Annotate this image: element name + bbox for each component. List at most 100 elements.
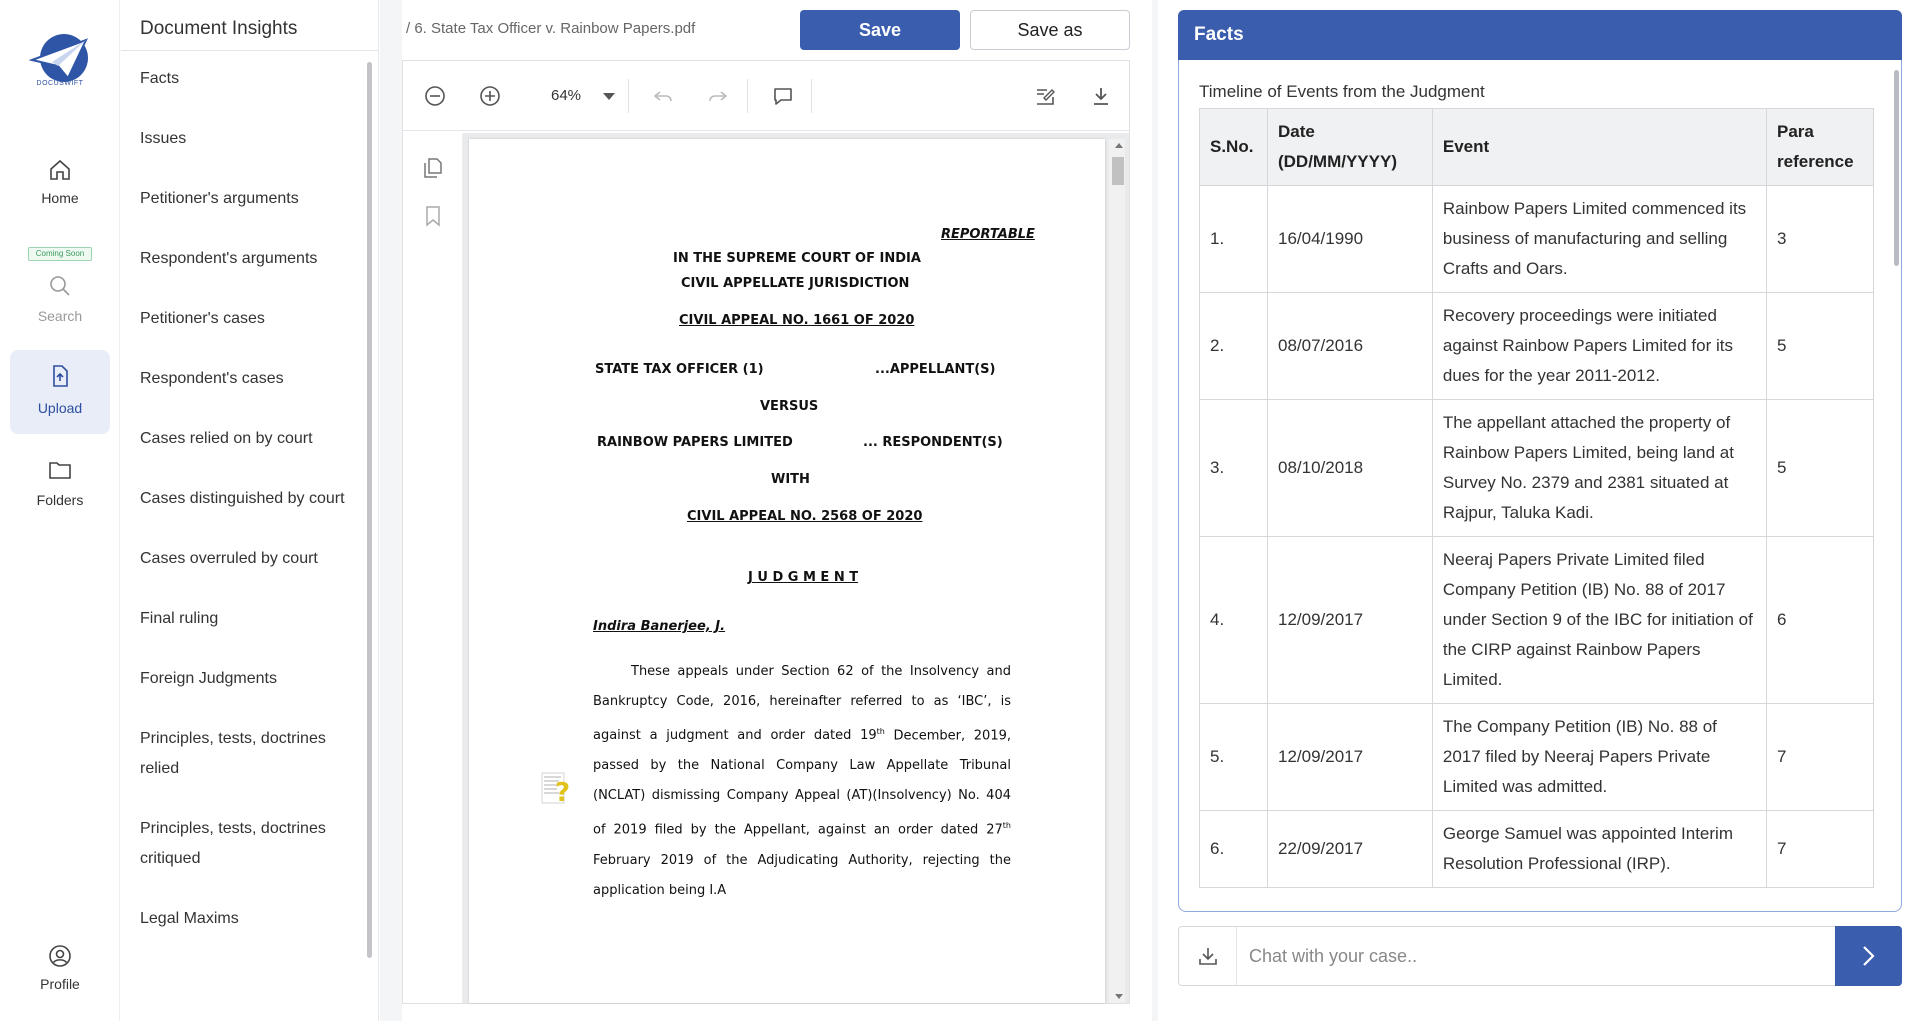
page-para-text: December, 2019, passed by the National C… <box>593 728 1011 838</box>
page-respondent: RAINBOW PAPERS LIMITED <box>597 435 793 450</box>
cell-date: 08/07/2016 <box>1266 292 1433 400</box>
cell-sno: 6. <box>1199 810 1268 888</box>
page-with: WITH <box>771 472 810 487</box>
nav-folders-label: Folders <box>36 492 84 508</box>
signature-verified-stamp-icon: ? <box>541 772 570 808</box>
cell-date: 16/04/1990 <box>1266 185 1433 293</box>
page-para-sup: th <box>1002 821 1011 831</box>
nav-profile[interactable]: Profile <box>10 930 110 1014</box>
save-as-button[interactable]: Save as <box>970 10 1130 50</box>
nav-upload[interactable]: Upload <box>10 350 110 434</box>
redo-icon[interactable] <box>706 84 730 108</box>
table-row: 5. 12/09/2017 The Company Petition (IB) … <box>1199 703 1874 811</box>
cell-para: 3 <box>1766 185 1874 293</box>
comment-icon[interactable] <box>771 84 795 108</box>
scroll-up-icon[interactable] <box>1114 141 1124 149</box>
scroll-down-icon[interactable] <box>1114 993 1124 1001</box>
nav-home[interactable]: Home <box>10 144 110 228</box>
table-header-row: S.No. Date (DD/MM/YYYY) Event Para refer… <box>1199 108 1874 186</box>
facts-header: Facts <box>1178 10 1902 60</box>
document-insights-panel: Document Insights Facts Issues Petitione… <box>121 0 379 1021</box>
page-appellant-role: ...APPELLANT(S) <box>875 362 996 377</box>
cell-date: 12/09/2017 <box>1266 703 1433 811</box>
table-row: 4. 12/09/2017 Neeraj Papers Private Limi… <box>1199 536 1874 704</box>
send-button[interactable] <box>1835 926 1902 986</box>
page-reportable: REPORTABLE <box>941 227 1035 242</box>
insight-item-respondents-cases[interactable]: Respondent's cases <box>140 364 355 424</box>
coming-soon-badge: Coming Soon <box>28 247 92 261</box>
nav-search-label: Search <box>37 308 83 324</box>
nav-search[interactable]: Search <box>10 260 110 344</box>
table-row: 3. 08/10/2018 The appellant attached the… <box>1199 399 1874 537</box>
chat-input[interactable] <box>1249 935 1809 977</box>
bookmark-icon[interactable] <box>424 205 442 227</box>
cell-sno: 1. <box>1199 185 1268 293</box>
toolbar-divider <box>811 79 812 113</box>
undo-icon[interactable] <box>651 84 675 108</box>
profile-icon <box>49 945 71 967</box>
facts-scrollbar[interactable] <box>1894 70 1899 266</box>
insights-scrollbar[interactable] <box>367 62 372 958</box>
zoom-in-icon[interactable] <box>478 84 502 108</box>
cell-para: 7 <box>1766 703 1874 811</box>
insight-item-principles-relied[interactable]: Principles, tests, doctrines relied <box>140 724 355 814</box>
upload-file-icon <box>53 365 68 387</box>
save-button[interactable]: Save <box>800 10 960 50</box>
nav-home-label: Home <box>41 190 79 206</box>
insight-item-respondents-arguments[interactable]: Respondent's arguments <box>140 244 355 304</box>
pdf-scroll-thumb[interactable] <box>1112 157 1124 185</box>
toolbar-divider <box>747 79 748 113</box>
zoom-level[interactable]: 64% <box>551 87 581 104</box>
insight-item-cases-relied[interactable]: Cases relied on by court <box>140 424 355 484</box>
page-judgment-heading: J U D G M E N T <box>748 570 859 585</box>
insight-item-facts[interactable]: Facts <box>140 64 355 124</box>
nav-upload-label: Upload <box>37 400 83 416</box>
page-body-paragraph: These appeals under Section 62 of the In… <box>593 657 1011 906</box>
page-appellant: STATE TAX OFFICER (1) <box>595 362 764 377</box>
download-icon[interactable] <box>1089 84 1113 108</box>
cell-para: 6 <box>1766 536 1874 704</box>
divider <box>121 50 379 51</box>
zoom-out-icon[interactable] <box>423 84 447 108</box>
document-breadcrumb: / 6. State Tax Officer v. Rainbow Papers… <box>406 20 696 37</box>
page-court: IN THE SUPREME COURT OF INDIA <box>673 251 921 266</box>
chat-download-button[interactable] <box>1179 927 1237 985</box>
pdf-page: REPORTABLE IN THE SUPREME COURT OF INDIA… <box>469 139 1105 1003</box>
page-jurisdiction: CIVIL APPELLATE JURISDICTION <box>681 276 910 291</box>
page-respondent-role: ... RESPONDENT(S) <box>863 435 1003 450</box>
cell-para: 7 <box>1766 810 1874 888</box>
column-header: S.No. <box>1199 108 1268 186</box>
cell-para: 5 <box>1766 399 1874 537</box>
insights-list: Facts Issues Petitioner's arguments Resp… <box>140 64 355 960</box>
pdf-toolbar: 64% <box>403 61 1129 131</box>
insight-item-petitioners-cases[interactable]: Petitioner's cases <box>140 304 355 364</box>
cell-para: 5 <box>1766 292 1874 400</box>
cell-event: George Samuel was appointed Interim Reso… <box>1431 810 1768 888</box>
cell-date: 08/10/2018 <box>1266 399 1433 537</box>
page-para-text: February 2019 of the Adjudicating Author… <box>593 852 1011 898</box>
zoom-dropdown-icon[interactable] <box>603 93 615 100</box>
page-appeal-1: CIVIL APPEAL NO. 1661 OF 2020 <box>679 313 915 328</box>
insight-item-legal-maxims[interactable]: Legal Maxims <box>140 904 355 960</box>
logo-text: DOCUSWIFT <box>36 80 84 87</box>
insight-item-foreign-judgments[interactable]: Foreign Judgments <box>140 664 355 724</box>
edit-signature-icon[interactable] <box>1033 84 1057 108</box>
insight-item-cases-distinguished[interactable]: Cases distinguished by court <box>140 484 355 544</box>
cell-event: The Company Petition (IB) No. 88 of 2017… <box>1431 703 1768 811</box>
insight-item-principles-critiqued[interactable]: Principles, tests, doctrines critiqued <box>140 814 355 904</box>
pdf-scrollbar[interactable] <box>1109 139 1125 1003</box>
insight-item-petitioners-arguments[interactable]: Petitioner's arguments <box>140 184 355 244</box>
pdf-side-strip <box>403 133 463 1003</box>
column-header: Date (DD/MM/YYYY) <box>1266 108 1433 186</box>
copy-pages-icon[interactable] <box>423 157 443 179</box>
insights-title: Document Insights <box>140 18 298 39</box>
folder-icon <box>49 462 71 479</box>
cell-sno: 4. <box>1199 536 1268 704</box>
insight-item-final-ruling[interactable]: Final ruling <box>140 604 355 664</box>
column-header: Event <box>1431 108 1768 186</box>
nav-folders[interactable]: Folders <box>10 444 110 528</box>
toolbar-divider <box>628 79 629 113</box>
chat-bar <box>1178 926 1902 986</box>
insight-item-issues[interactable]: Issues <box>140 124 355 184</box>
insight-item-cases-overruled[interactable]: Cases overruled by court <box>140 544 355 604</box>
